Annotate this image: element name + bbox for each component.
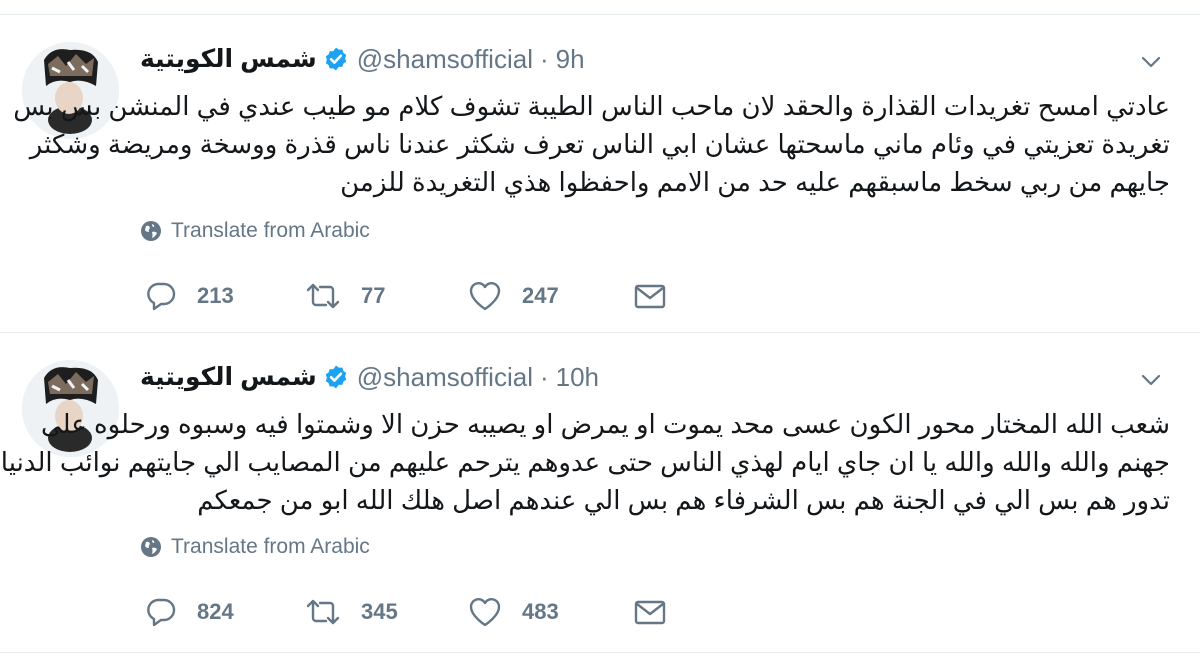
verified-badge-icon xyxy=(325,47,346,71)
direct-message-button[interactable] xyxy=(633,280,667,312)
direct-message-button[interactable] xyxy=(633,596,667,628)
translate-label[interactable]: Translate from Arabic xyxy=(171,219,370,243)
translate-link[interactable]: Translate from Arabic xyxy=(140,219,370,243)
tweet-text-line: عادتي امسح تغريدات القذارة والحقد لان ما… xyxy=(13,91,1170,121)
like-button[interactable]: 483 xyxy=(468,596,559,628)
tweet-text-line: جهنم والله والله والله يا ان جاي ايام له… xyxy=(0,447,1170,477)
tweet-text: عادتي امسح تغريدات القذارة والحقد لان ما… xyxy=(13,87,1170,201)
handle[interactable]: @shamsofficial xyxy=(357,44,533,75)
like-count: 483 xyxy=(522,599,559,624)
reply-icon xyxy=(147,598,176,627)
retweet-icon xyxy=(306,283,340,309)
envelope-icon xyxy=(634,600,666,625)
tweet-header: شمس الكويتية @shamsofficial · 10h xyxy=(140,359,599,395)
divider xyxy=(0,652,1200,653)
globe-icon xyxy=(141,537,161,557)
translate-label[interactable]: Translate from Arabic xyxy=(171,535,370,559)
heart-icon xyxy=(469,282,501,311)
tweet[interactable]: شمس الكويتية @shamsofficial · 9h عادتي ا… xyxy=(0,15,1200,333)
tweet-text-line: تدور هم بس الي في الجنة هم بس الشرفاء هم… xyxy=(197,485,1170,515)
chevron-down-icon[interactable] xyxy=(1138,49,1164,75)
reply-button[interactable]: 824 xyxy=(145,596,234,628)
tweet-text-line: تغريدة تعزيتي في وئام ماني ماسحتها عشان … xyxy=(29,129,1170,159)
verified-badge-icon xyxy=(325,365,346,389)
chevron-down-icon[interactable] xyxy=(1138,367,1164,393)
globe-icon xyxy=(141,221,161,241)
translate-link[interactable]: Translate from Arabic xyxy=(140,535,370,559)
tweet[interactable]: شمس الكويتية @shamsofficial · 10h شعب ال… xyxy=(0,333,1200,653)
timestamp[interactable]: 10h xyxy=(556,362,599,393)
tweet-text-line: جايهم من ربي سخط ماسبقهم عليه حد من الام… xyxy=(340,167,1170,197)
separator-dot: · xyxy=(539,43,549,74)
tweet-header: شمس الكويتية @shamsofficial · 9h xyxy=(140,41,585,77)
retweet-icon xyxy=(306,599,340,625)
retweet-button[interactable]: 77 xyxy=(305,280,385,312)
retweet-count: 77 xyxy=(361,283,386,308)
retweet-button[interactable]: 345 xyxy=(305,596,398,628)
display-name[interactable]: شمس الكويتية xyxy=(140,362,317,392)
like-button[interactable]: 247 xyxy=(468,280,559,312)
handle[interactable]: @shamsofficial xyxy=(357,362,533,393)
like-count: 247 xyxy=(522,283,559,308)
retweet-count: 345 xyxy=(361,599,398,624)
reply-button[interactable]: 213 xyxy=(145,280,234,312)
envelope-icon xyxy=(634,284,666,309)
reply-count: 213 xyxy=(197,283,234,308)
reply-count: 824 xyxy=(197,599,234,624)
tweet-text-line: شعب الله المختار محور الكون عسى محد يموت… xyxy=(40,409,1170,439)
separator-dot: · xyxy=(539,361,549,392)
tweet-text: شعب الله المختار محور الكون عسى محد يموت… xyxy=(0,405,1170,519)
timeline: شمس الكويتية @shamsofficial · 9h عادتي ا… xyxy=(0,0,1200,663)
display-name[interactable]: شمس الكويتية xyxy=(140,44,317,74)
timestamp[interactable]: 9h xyxy=(556,44,585,75)
reply-icon xyxy=(147,282,176,311)
heart-icon xyxy=(469,598,501,627)
